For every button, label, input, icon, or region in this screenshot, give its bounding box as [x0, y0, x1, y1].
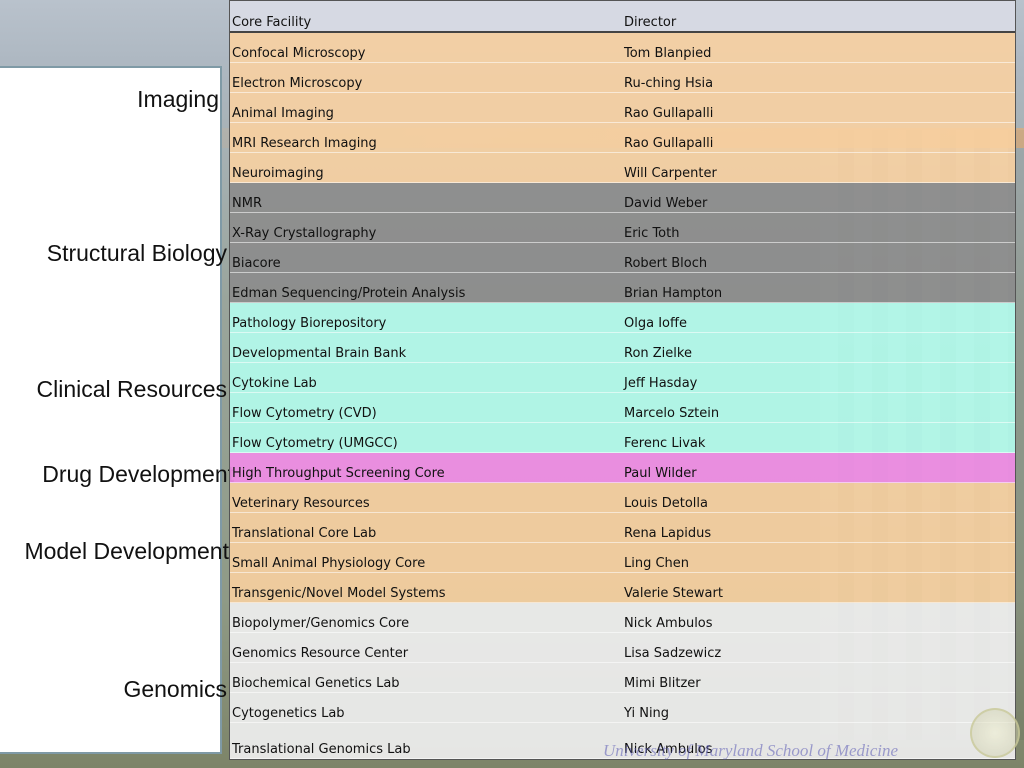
facility-cell: Translational Genomics Lab	[232, 742, 411, 757]
director-cell: Jeff Hasday	[624, 376, 698, 391]
director-cell: Tom Blanpied	[624, 46, 712, 61]
facility-cell: Animal Imaging	[232, 106, 334, 121]
director-cell: Marcelo Sztein	[624, 406, 720, 421]
facility-cell: X-Ray Crystallography	[232, 226, 377, 241]
director-cell: Will Carpenter	[624, 166, 717, 181]
director-cell: Paul Wilder	[624, 466, 697, 481]
director-cell: Lisa Sadzewicz	[624, 646, 722, 661]
director-cell: Ferenc Livak	[624, 436, 706, 451]
facility-cell: Translational Core Lab	[232, 526, 377, 541]
header-director: Director	[624, 15, 677, 30]
table-row: MRI Research Imaging Rao Gullapalli	[230, 123, 1015, 153]
table-row: Edman Sequencing/Protein Analysis Brian …	[230, 273, 1015, 303]
table-row: High Throughput Screening Core Paul Wild…	[230, 453, 1015, 483]
facility-cell: NMR	[232, 196, 262, 211]
facility-cell: Edman Sequencing/Protein Analysis	[232, 286, 466, 301]
director-cell: David Weber	[624, 196, 708, 211]
facility-cell: Confocal Microscopy	[232, 46, 366, 61]
table-row: Neuroimaging Will Carpenter	[230, 153, 1015, 183]
facility-cell: Veterinary Resources	[232, 496, 370, 511]
facility-cell: Flow Cytometry (UMGCC)	[232, 436, 398, 451]
table-header-row: Core Facility Director	[230, 1, 1015, 33]
director-cell: Ling Chen	[624, 556, 690, 571]
core-facility-table: Core Facility Director Confocal Microsco…	[229, 0, 1016, 760]
table-row: Pathology Biorepository Olga Ioffe	[230, 303, 1015, 333]
table-row: Electron Microscopy Ru-ching Hsia	[230, 63, 1015, 93]
table-row: NMR David Weber	[230, 183, 1015, 213]
table-row: Genomics Resource Center Lisa Sadzewicz	[230, 633, 1015, 663]
table-row: Animal Imaging Rao Gullapalli	[230, 93, 1015, 123]
director-cell: Rao Gullapalli	[624, 136, 714, 151]
facility-cell: Neuroimaging	[232, 166, 324, 181]
university-seal-icon	[970, 708, 1020, 758]
table-row: Small Animal Physiology Core Ling Chen	[230, 543, 1015, 573]
director-cell: Ron Zielke	[624, 346, 692, 361]
table-row: Cytokine Lab Jeff Hasday	[230, 363, 1015, 393]
facility-cell: Pathology Biorepository	[232, 316, 387, 331]
category-clinical-resources: Clinical Resources	[36, 376, 227, 402]
facility-cell: MRI Research Imaging	[232, 136, 377, 151]
director-cell: Eric Toth	[624, 226, 680, 241]
facility-cell: Biopolymer/Genomics Core	[232, 616, 410, 631]
category-panel	[0, 66, 222, 754]
director-cell: Rao Gullapalli	[624, 106, 714, 121]
facility-cell: Developmental Brain Bank	[232, 346, 407, 361]
table-row: Flow Cytometry (CVD) Marcelo Sztein	[230, 393, 1015, 423]
facility-cell: Flow Cytometry (CVD)	[232, 406, 377, 421]
facility-cell: Genomics Resource Center	[232, 646, 409, 661]
table-row: Transgenic/Novel Model Systems Valerie S…	[230, 573, 1015, 603]
table-row: Biochemical Genetics Lab Mimi Blitzer	[230, 663, 1015, 693]
facility-cell: Small Animal Physiology Core	[232, 556, 426, 571]
facility-cell: Electron Microscopy	[232, 76, 363, 91]
footer-institution-text: University of Maryland School of Medicin…	[603, 741, 899, 760]
header-core-facility: Core Facility	[232, 15, 312, 30]
director-cell: Valerie Stewart	[624, 586, 723, 601]
facility-cell: Cytogenetics Lab	[232, 706, 345, 721]
director-cell: Robert Bloch	[624, 256, 708, 271]
table-row: X-Ray Crystallography Eric Toth	[230, 213, 1015, 243]
director-cell: Olga Ioffe	[624, 316, 687, 331]
category-model-development: Model Development	[24, 538, 229, 564]
table-row: Cytogenetics Lab Yi Ning	[230, 693, 1015, 723]
table-row: Biacore Robert Bloch	[230, 243, 1015, 273]
facility-cell: Transgenic/Novel Model Systems	[232, 586, 446, 601]
table-row: Translational Core Lab Rena Lapidus	[230, 513, 1015, 543]
facility-cell: Cytokine Lab	[232, 376, 317, 391]
director-cell: Yi Ning	[624, 706, 670, 721]
table-row: Biopolymer/Genomics Core Nick Ambulos	[230, 603, 1015, 633]
director-cell: Mimi Blitzer	[624, 676, 701, 691]
table-row: Confocal Microscopy Tom Blanpied	[230, 33, 1015, 63]
director-cell: Rena Lapidus	[624, 526, 712, 541]
director-cell: Nick Ambulos	[624, 616, 713, 631]
table-row: Veterinary Resources Louis Detolla	[230, 483, 1015, 513]
facility-cell: High Throughput Screening Core	[232, 466, 445, 481]
table-row: Flow Cytometry (UMGCC) Ferenc Livak	[230, 423, 1015, 453]
category-imaging: Imaging	[137, 86, 219, 112]
facility-cell: Biacore	[232, 256, 281, 271]
table-row: Developmental Brain Bank Ron Zielke	[230, 333, 1015, 363]
facility-cell: Biochemical Genetics Lab	[232, 676, 400, 691]
director-cell: Ru-ching Hsia	[624, 76, 714, 91]
category-structural-biology: Structural Biology	[46, 240, 227, 266]
category-drug-development: Drug Development	[42, 461, 234, 487]
director-cell: Brian Hampton	[624, 286, 723, 301]
category-genomics: Genomics	[123, 676, 227, 702]
director-cell: Louis Detolla	[624, 496, 708, 511]
